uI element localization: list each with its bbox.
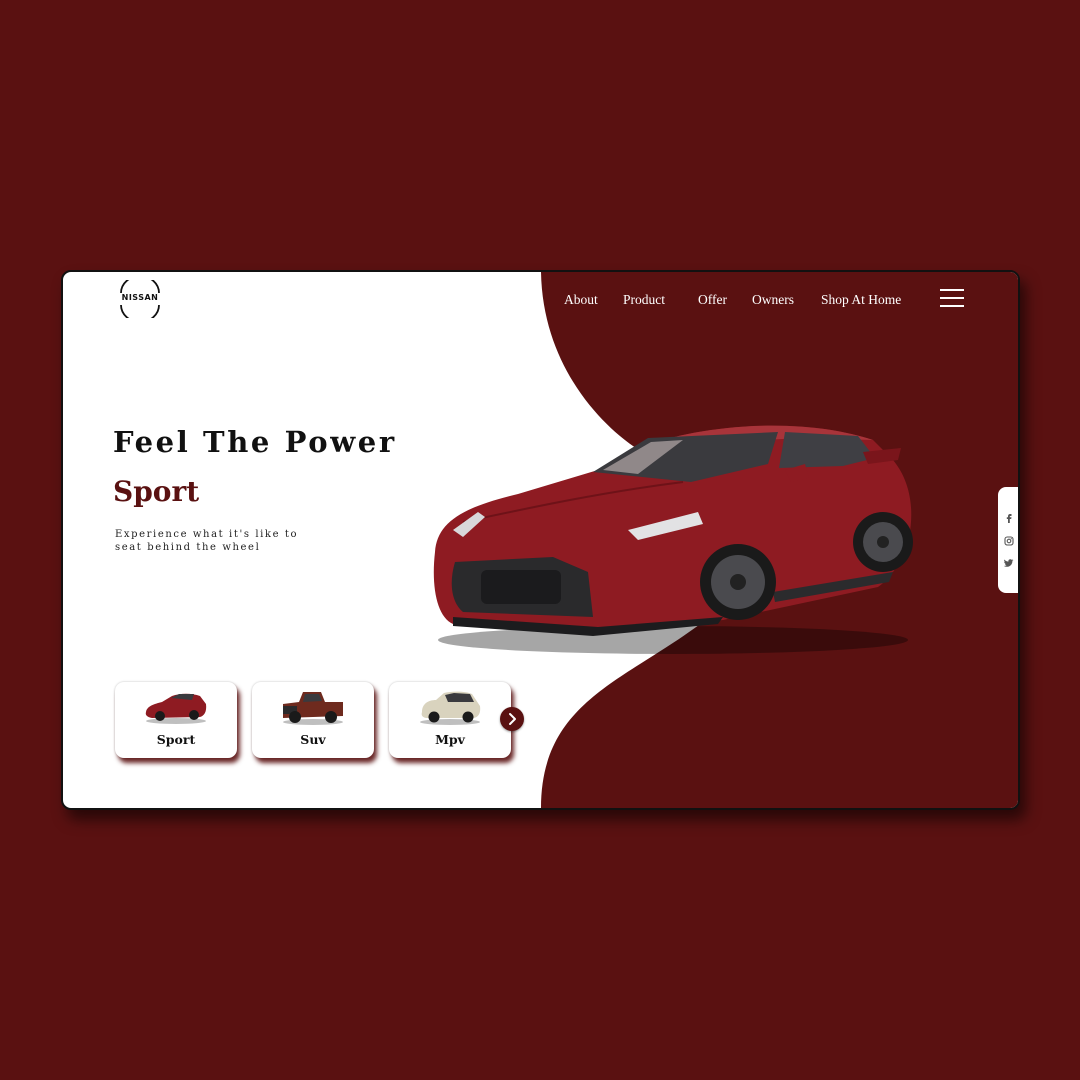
category-card-sport[interactable]: Sport	[115, 682, 237, 758]
nav-product[interactable]: Product	[623, 292, 665, 308]
hero-tagline: Experience what it's like to seat behind…	[115, 529, 299, 553]
next-category-button[interactable]	[500, 707, 524, 731]
nav-offer[interactable]: Offer	[698, 292, 727, 308]
instagram-icon[interactable]	[1004, 536, 1014, 546]
mpv-car-icon	[420, 691, 481, 725]
twitter-icon[interactable]	[1004, 558, 1014, 568]
hero-car-image	[433, 425, 913, 654]
category-label-suv: Suv	[300, 732, 326, 747]
hamburger-menu-icon[interactable]	[940, 289, 966, 307]
facebook-icon[interactable]	[1004, 513, 1014, 523]
nav-owners[interactable]: Owners	[752, 292, 794, 308]
suv-truck-icon	[283, 692, 343, 725]
landing-page-frame: NISSAN About Product Offer Owners Shop A…	[61, 270, 1020, 810]
social-links	[998, 487, 1018, 593]
category-label-mpv: Mpv	[435, 732, 465, 747]
nav-shop-at-home[interactable]: Shop At Home	[821, 292, 901, 308]
nissan-logo[interactable]: NISSAN	[115, 280, 165, 318]
brand-name: NISSAN	[121, 293, 159, 302]
chevron-right-icon	[509, 713, 516, 725]
sport-car-icon	[145, 693, 207, 724]
nav-about[interactable]: About	[564, 292, 598, 308]
category-card-suv[interactable]: Suv	[252, 682, 374, 758]
category-card-mpv[interactable]: Mpv	[389, 682, 511, 758]
hero-subheadline: Sport	[113, 475, 200, 508]
hero-headline: Feel The Power	[113, 425, 397, 459]
category-label-sport: Sport	[156, 732, 196, 747]
